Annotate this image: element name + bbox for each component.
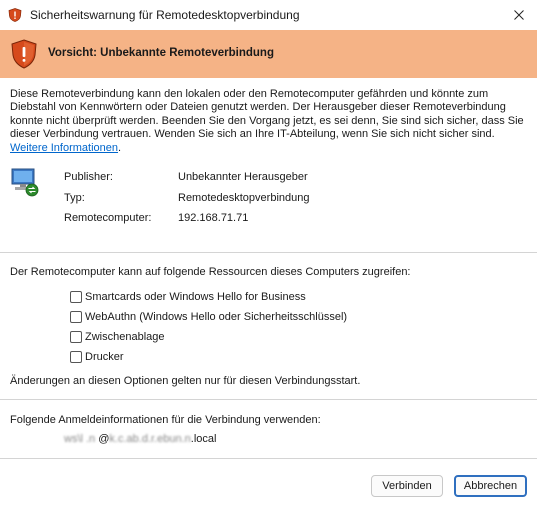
credentials-at: @ xyxy=(98,433,110,445)
type-value: Remotedesktopverbindung xyxy=(178,192,310,204)
link-suffix: . xyxy=(118,141,122,154)
separator xyxy=(0,252,537,253)
description-line: dieser Verbindung vertrauen. Wenden Sie … xyxy=(10,128,495,141)
smartcards-checkbox-row[interactable]: Smartcards oder Windows Hello for Busine… xyxy=(70,289,306,305)
publisher-label: Publisher: xyxy=(64,171,113,183)
redacted-user-part: ws\l .n xyxy=(64,433,96,445)
credentials-user: ws\l .n @k.c.ab.d.r.ebun.n.local xyxy=(64,433,216,445)
smartcards-label[interactable]: Smartcards oder Windows Hello for Busine… xyxy=(85,291,306,303)
options-note: Änderungen an diesen Optionen gelten nur… xyxy=(10,375,361,387)
redacted-domain-part: k.c.ab.d.r.ebun.n xyxy=(109,433,191,445)
clipboard-checkbox[interactable] xyxy=(70,331,82,343)
clipboard-checkbox-row[interactable]: Zwischenablage xyxy=(70,329,165,345)
webauthn-label[interactable]: WebAuthn (Windows Hello oder Sicherheits… xyxy=(85,311,347,323)
warning-shield-icon xyxy=(11,39,37,69)
printer-checkbox-row[interactable]: Drucker xyxy=(70,349,124,365)
separator xyxy=(0,399,537,400)
more-info-link[interactable]: Weitere Informationen xyxy=(10,142,118,154)
remote-computer-icon xyxy=(11,168,39,197)
close-icon xyxy=(514,10,524,20)
printer-checkbox[interactable] xyxy=(70,351,82,363)
description-line: konnte nicht überprüft werden. Beenden S… xyxy=(10,114,524,127)
title-bar: Sicherheitswarnung für Remotedesktopverb… xyxy=(0,0,537,30)
cancel-button[interactable]: Abbrechen xyxy=(454,475,527,497)
description-line: Diese Remoteverbindung kann den lokalen … xyxy=(10,88,489,100)
separator xyxy=(0,458,537,459)
remote-computer-value: 192.168.71.71 xyxy=(178,212,249,224)
warning-shield-app-icon xyxy=(8,8,22,22)
banner-title: Vorsicht: Unbekannte Remoteverbindung xyxy=(48,47,274,59)
warning-description: Diese Remoteverbindung kann den lokalen … xyxy=(10,88,530,155)
clipboard-label[interactable]: Zwischenablage xyxy=(85,331,165,343)
credentials-label: Folgende Anmeldeinformationen für die Ve… xyxy=(10,414,321,426)
webauthn-checkbox-row[interactable]: WebAuthn (Windows Hello oder Sicherheits… xyxy=(70,309,347,325)
smartcards-checkbox[interactable] xyxy=(70,291,82,303)
connect-button[interactable]: Verbinden xyxy=(371,475,443,497)
credentials-domain-suffix: .local xyxy=(190,433,217,445)
webauthn-checkbox[interactable] xyxy=(70,311,82,323)
resources-intro: Der Remotecomputer kann auf folgende Res… xyxy=(10,266,411,278)
printer-label[interactable]: Drucker xyxy=(85,351,124,363)
window-title: Sicherheitswarnung für Remotedesktopverb… xyxy=(30,8,300,22)
remote-computer-label: Remotecomputer: xyxy=(64,212,152,224)
type-label: Typ: xyxy=(64,192,85,204)
publisher-value: Unbekannter Herausgeber xyxy=(178,171,308,183)
close-button[interactable] xyxy=(501,0,537,30)
description-line: Diebstahl von Kennwörtern oder Dateien g… xyxy=(10,101,506,114)
